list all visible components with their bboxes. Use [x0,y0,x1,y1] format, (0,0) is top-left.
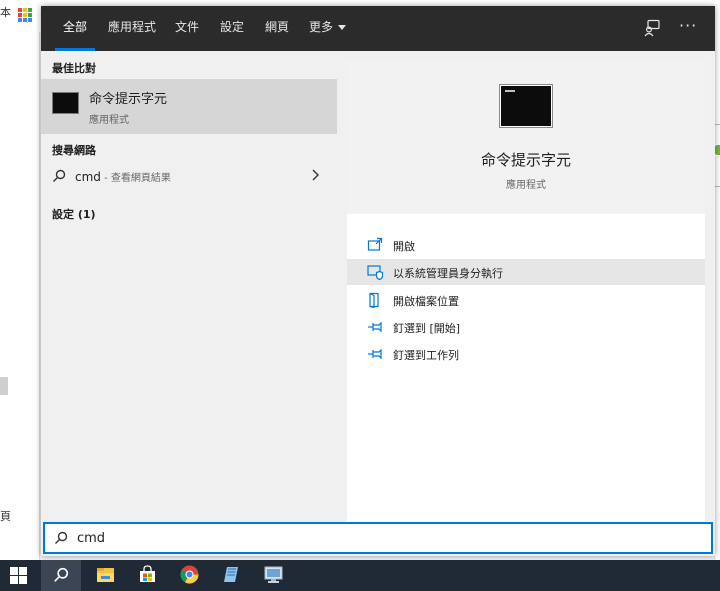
tab-documents[interactable]: 文件 [175,6,199,51]
preview-header: 命令提示字元 應用程式 [347,61,705,214]
windows-start-icon[interactable] [10,567,27,584]
background-left-panel [0,32,40,560]
results-list: 最佳比對 命令提示字元 應用程式 搜尋網路 cmd - 查看網頁結果 設定 (1… [41,51,347,522]
tab-web-label: 網頁 [265,20,290,34]
web-search-suffix: - 查看網頁結果 [100,173,171,184]
web-search-header: 搜尋網路 [52,144,96,157]
result-preview: 命令提示字元 應用程式 開啟 以系統管理員身分執行 開啟檔案位置 釘選到 [開始… [347,61,705,522]
action-pin-to-start[interactable]: 釘選到 [開始] [347,314,705,340]
chrome-icon [180,565,199,584]
tab-more-label: 更多 [309,20,334,34]
action-open[interactable]: 開啟 [347,232,705,258]
search-input-value: cmd [77,531,106,546]
taskbar-file-explorer[interactable] [85,560,125,591]
tab-web[interactable]: 網頁 [265,6,289,51]
action-pin-to-taskbar-label: 釘選到工作列 [393,349,459,362]
cmd-icon [499,84,553,128]
action-open-file-location[interactable]: 開啟檔案位置 [347,287,705,313]
web-search-query: cmd [75,170,101,184]
more-options-icon[interactable]: ··· [679,18,697,37]
start-search-panel: 全部 應用程式 文件 設定 網頁 更多 ··· 最佳比對 命令提示字元 應用程式… [41,6,715,556]
best-match-title: 命令提示字元 [89,92,168,107]
file-location-icon [369,292,379,308]
cmd-icon [52,92,79,114]
preview-subtitle: 應用程式 [506,180,546,191]
search-icon [54,567,69,582]
shield-icon [367,265,383,280]
microsoft-store-icon [140,565,155,582]
web-search-text: cmd - 查看網頁結果 [75,169,171,184]
taskbar-search-button[interactable] [41,560,81,591]
open-icon [367,237,383,251]
search-icon [53,169,66,182]
best-match-subtitle: 應用程式 [89,115,129,126]
search-filter-bar: 全部 應用程式 文件 設定 網頁 更多 ··· [41,6,715,51]
chevron-down-icon [338,25,347,30]
chevron-right-icon[interactable] [311,168,321,182]
action-pin-to-start-label: 釘選到 [開始] [393,322,461,335]
apps-grid-icon[interactable] [18,8,32,22]
remote-desktop-icon [264,566,283,583]
taskbar-chrome[interactable] [169,560,209,591]
best-match-result[interactable]: 命令提示字元 應用程式 [41,79,337,134]
tab-settings[interactable]: 設定 [220,6,244,51]
action-pin-to-taskbar[interactable]: 釘選到工作列 [347,341,705,367]
background-text-bottom: 頁 [0,510,11,523]
tab-all[interactable]: 全部 [54,6,96,51]
pin-icon [368,321,382,333]
tab-apps[interactable]: 應用程式 [108,6,156,51]
background-text-top: 本 [0,6,11,19]
notepad-app-icon [224,567,238,582]
settings-group-header[interactable]: 設定 (1) [52,206,96,222]
background-selection-mark [0,377,8,395]
taskbar-remote-desktop[interactable] [253,560,293,591]
taskbar [0,560,720,591]
web-search-result[interactable]: cmd - 查看網頁結果 [41,166,337,188]
file-explorer-icon [97,568,114,582]
preview-title: 命令提示字元 [480,151,571,169]
taskbar-microsoft-store[interactable] [127,560,167,591]
action-run-as-admin[interactable]: 以系統管理員身分執行 [347,259,705,285]
search-icon [55,531,68,544]
taskbar-notepad-app[interactable] [211,560,251,591]
action-open-label: 開啟 [393,240,415,253]
feedback-icon[interactable] [643,19,661,37]
pin-icon [368,348,382,360]
best-match-header: 最佳比對 [52,62,96,75]
action-run-as-admin-label: 以系統管理員身分執行 [393,267,503,280]
action-open-file-location-label: 開啟檔案位置 [393,295,459,308]
tab-more[interactable]: 更多 [309,6,347,51]
search-input[interactable]: cmd [43,522,713,554]
